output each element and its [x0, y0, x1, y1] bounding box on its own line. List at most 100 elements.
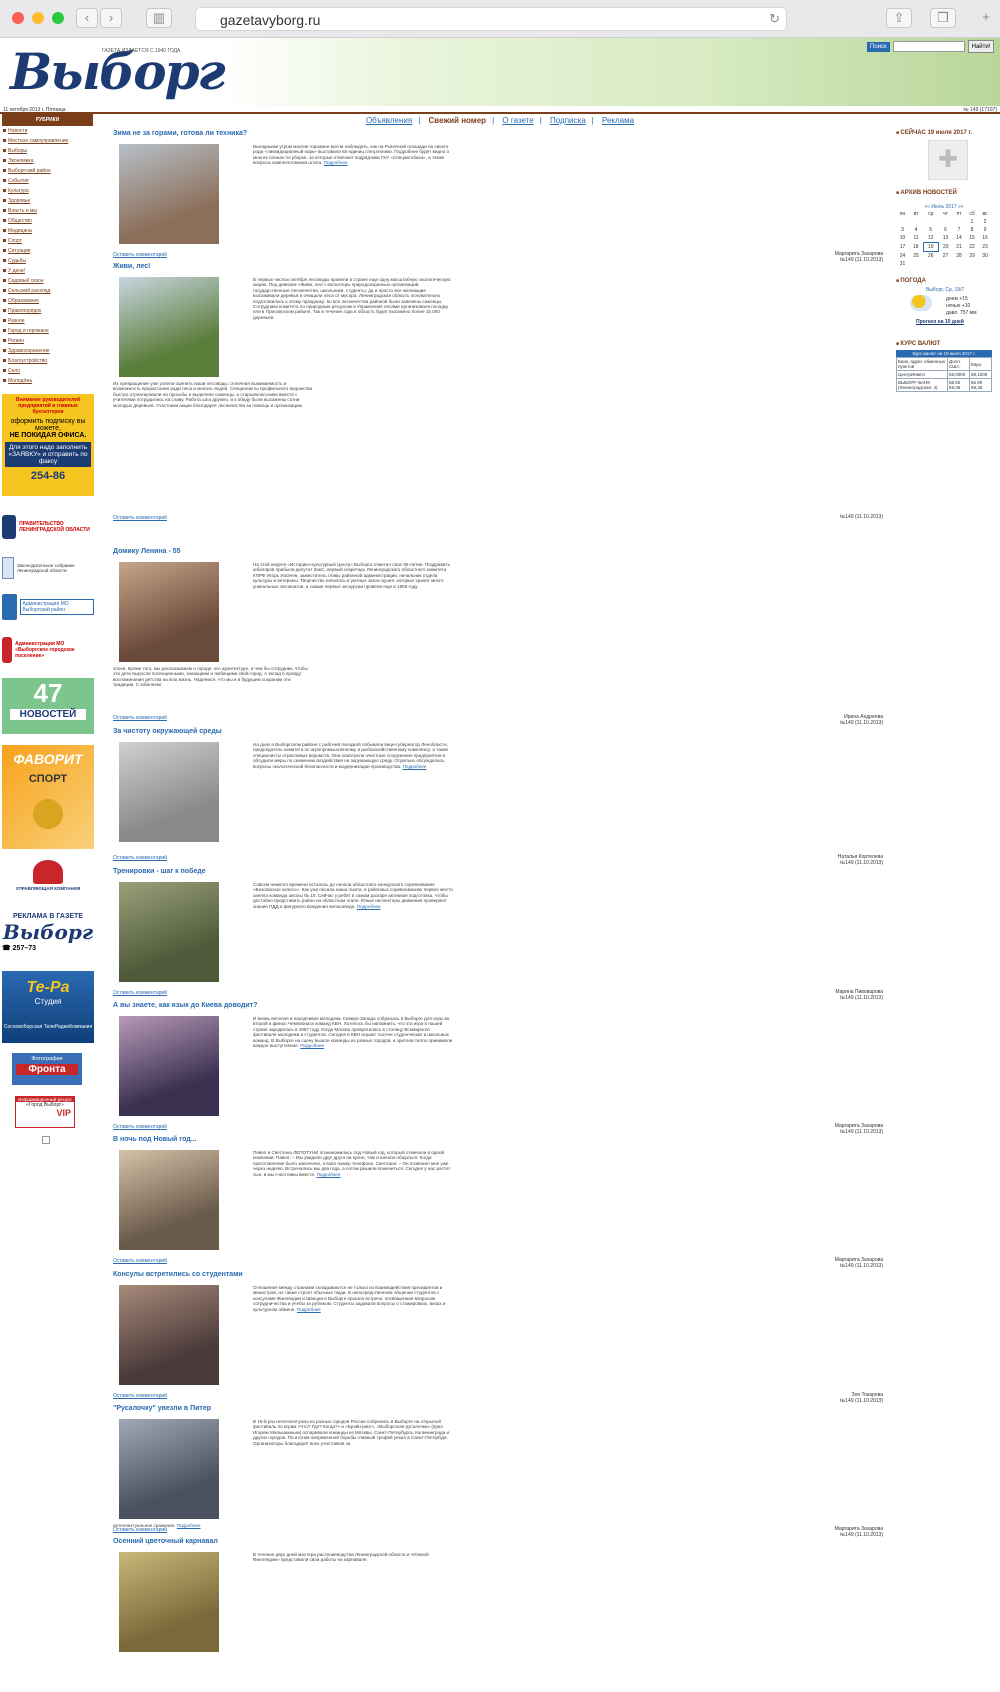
gov-banner[interactable]: ПРАВИТЕЛЬСТВО ЛЕНИНГРАДСКОЙ ОБЛАСТИ [2, 512, 94, 542]
back-button[interactable]: ‹ [76, 8, 98, 28]
article-photo[interactable] [119, 742, 219, 842]
cal-day[interactable] [909, 218, 923, 226]
article-title[interactable]: Осенний цветочный карнавал [113, 1538, 883, 1545]
sidebar-item[interactable]: Регион [0, 336, 97, 346]
reklama-banner[interactable]: РЕКЛАМА В ГАЗЕТЕ Выборг ☎ 257–73 [2, 913, 94, 959]
article-title[interactable]: В ночь под Новый год... [113, 1136, 883, 1143]
news47-banner[interactable]: 47 НОВОСТЕЙ [2, 678, 94, 734]
address-bar[interactable]: gazetavyborg.ru ↻ [195, 7, 787, 31]
cal-day[interactable] [909, 260, 923, 268]
reload-icon[interactable]: ↻ [769, 11, 780, 27]
new-tab-icon[interactable]: + [974, 8, 998, 28]
sidebar-item[interactable]: Город и горожане [0, 326, 97, 336]
admin-banner[interactable]: Администрация МО Выборгский район [2, 592, 94, 622]
sidebar-toggle-icon[interactable]: ▥ [146, 8, 172, 28]
article-photo[interactable] [119, 1150, 219, 1250]
zaks-banner[interactable]: Законодательное собрание Ленинградской о… [2, 554, 94, 582]
cal-day[interactable] [923, 218, 938, 226]
article-photo[interactable] [119, 1552, 219, 1652]
cal-day[interactable]: 20 [938, 243, 952, 252]
tabs-icon[interactable]: ❐ [930, 8, 956, 28]
cal-day[interactable]: 29 [966, 252, 979, 261]
cal-day[interactable]: 31 [896, 260, 909, 268]
cal-day[interactable]: 8 [966, 226, 979, 234]
sidebar-item[interactable]: Правопорядок [0, 306, 97, 316]
vip-banner[interactable]: Информационный ресурс «Город Выборг» VIP [15, 1096, 75, 1128]
comment-link[interactable]: Оставить комментарий [113, 515, 167, 521]
sidebar-item[interactable]: Молодёжь [0, 376, 97, 386]
comment-link[interactable]: Оставить комментарий [113, 1258, 167, 1264]
sidebar-item[interactable]: Выборгский район [0, 166, 97, 176]
sidebar-item[interactable]: Сельский расклад [0, 286, 97, 296]
cal-day[interactable] [953, 218, 966, 226]
cal-day[interactable] [966, 260, 979, 268]
article-photo[interactable] [119, 1285, 219, 1385]
cal-day[interactable]: 7 [953, 226, 966, 234]
sidebar-item[interactable]: Власть и мы [0, 206, 97, 216]
tera-banner[interactable]: Те-Ра Студия Сосновоборская ТелеРадиоКом… [2, 971, 94, 1043]
cal-day[interactable]: 11 [909, 234, 923, 243]
uk-banner[interactable]: УПРАВЛЯЮЩАЯ КОМПАНИЯ [2, 860, 94, 900]
article-title[interactable]: Зима не за горами, готова ли техника? [113, 130, 883, 137]
search-input[interactable] [892, 41, 965, 52]
sidebar-item[interactable]: Садовый сезон [0, 276, 97, 286]
comment-link[interactable]: Оставить комментарий [113, 1124, 167, 1130]
article-title[interactable]: Домику Ленина - 55 [113, 548, 883, 555]
sidebar-item[interactable]: Разное [0, 316, 97, 326]
cal-day[interactable]: 12 [923, 234, 938, 243]
sidebar-item[interactable]: Здравоохранение [0, 346, 97, 356]
cal-day[interactable]: 2 [978, 218, 991, 226]
cal-day[interactable]: 18 [909, 243, 923, 252]
close-window-button[interactable] [12, 12, 24, 24]
sidebar-item[interactable]: Экономика [0, 156, 97, 166]
cal-day[interactable]: 27 [938, 252, 952, 261]
cal-day[interactable]: 10 [896, 234, 909, 243]
cal-day[interactable]: 17 [896, 243, 909, 252]
sidebar-item[interactable]: Культура [0, 186, 97, 196]
sidebar-item[interactable]: Новости [0, 126, 97, 136]
cal-day[interactable]: 25 [909, 252, 923, 261]
foto-banner[interactable]: Фотография Фронта [12, 1053, 82, 1085]
article-photo[interactable] [119, 277, 219, 377]
sidebar-item[interactable]: Село [0, 366, 97, 376]
article-title[interactable]: Тренировки - шаг к победе [113, 868, 883, 875]
share-icon[interactable]: ⇪ [886, 8, 912, 28]
cal-day[interactable]: 6 [938, 226, 952, 234]
article-photo[interactable] [119, 882, 219, 982]
sidebar-item[interactable]: У дачи! [0, 266, 97, 276]
sidebar-item[interactable]: Местное самоуправление [0, 136, 97, 146]
cal-day[interactable]: 4 [909, 226, 923, 234]
comment-link[interactable]: Оставить комментарий [113, 1527, 167, 1533]
comment-link[interactable]: Оставить комментарий [113, 715, 167, 721]
nav-ads[interactable]: Объявления [366, 116, 412, 125]
cal-day[interactable]: 3 [896, 226, 909, 234]
nav-advertising[interactable]: Реклама [602, 116, 634, 125]
cal-day[interactable] [896, 218, 909, 226]
article-title[interactable]: Живи, лес! [113, 263, 883, 270]
cal-day[interactable]: 30 [978, 252, 991, 261]
cal-day[interactable] [938, 260, 952, 268]
comment-link[interactable]: Оставить комментарий [113, 252, 167, 258]
cal-day[interactable] [923, 260, 938, 268]
sidebar-item[interactable]: Общество [0, 216, 97, 226]
article-photo[interactable] [119, 1419, 219, 1519]
cal-day[interactable]: 22 [966, 243, 979, 252]
article-photo[interactable] [119, 144, 219, 244]
sidebar-item[interactable]: Ситуация [0, 246, 97, 256]
forecast-link[interactable]: Прогноз на 10 дней [916, 319, 964, 325]
read-more-link[interactable]: Подробнее [300, 1043, 324, 1048]
comment-link[interactable]: Оставить комментарий [113, 855, 167, 861]
cal-day[interactable]: 26 [923, 252, 938, 261]
cal-day[interactable]: 24 [896, 252, 909, 261]
read-more-link[interactable]: Подробнее [177, 1523, 201, 1528]
cal-next-link[interactable]: »» [958, 204, 964, 210]
cal-day[interactable]: 1 [966, 218, 979, 226]
zoom-window-button[interactable] [52, 12, 64, 24]
nav-current-issue[interactable]: Свежий номер [429, 116, 487, 125]
comment-link[interactable]: Оставить комментарий [113, 990, 167, 996]
mo-banner[interactable]: Администрация МО «Выборгское городское п… [2, 632, 94, 668]
nav-subscription[interactable]: Подписка [550, 116, 586, 125]
cal-prev-link[interactable]: «« [924, 204, 930, 210]
cal-day[interactable] [938, 218, 952, 226]
minimize-window-button[interactable] [32, 12, 44, 24]
